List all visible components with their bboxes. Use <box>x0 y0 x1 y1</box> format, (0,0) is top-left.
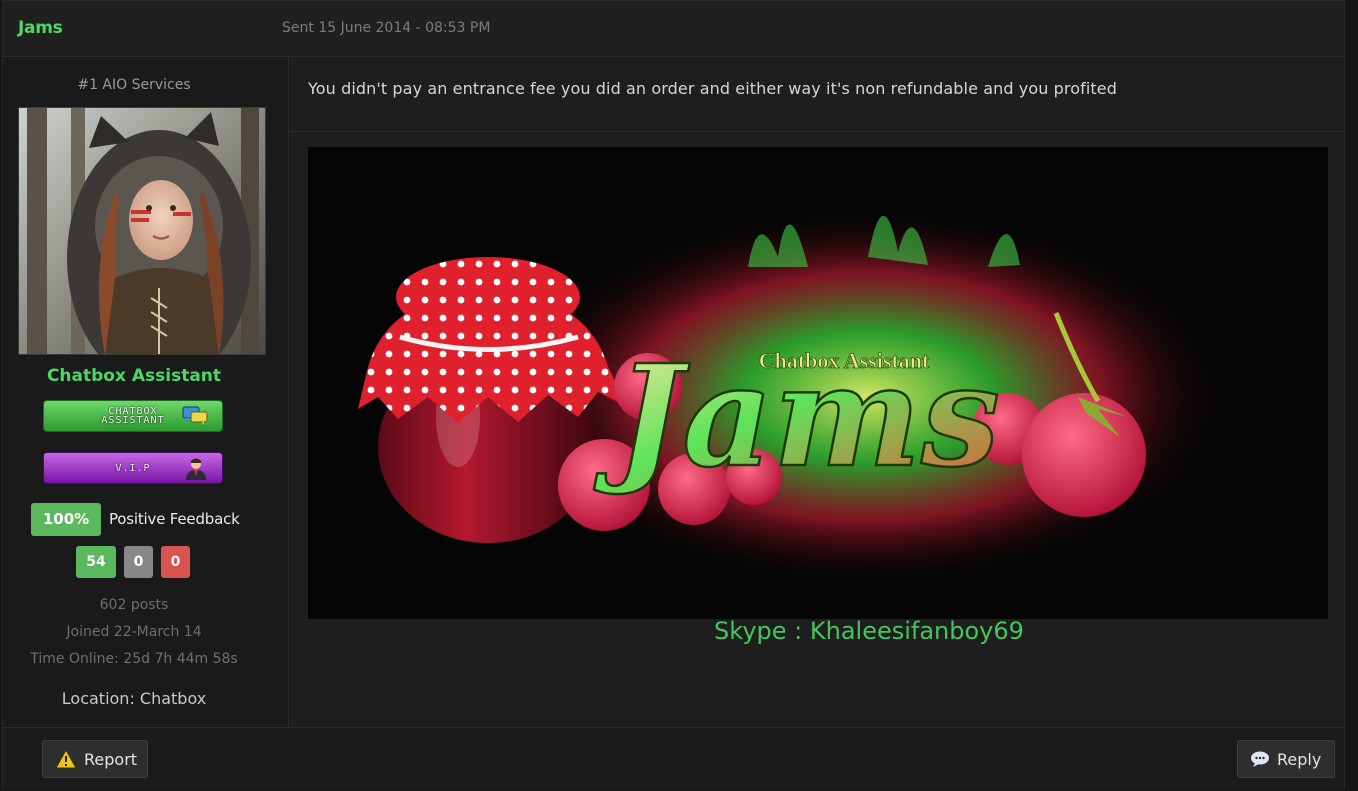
signature-banner: Chatbox Assistant Jams <box>308 147 1328 619</box>
post-message: You didn't pay an entrance fee you did a… <box>308 79 1118 98</box>
feedback-percent-badge[interactable]: 100% <box>31 503 101 536</box>
chat-bubbles-icon <box>182 406 208 430</box>
post-content: You didn't pay an entrance fee you did a… <box>290 57 1344 727</box>
content-divider <box>290 131 1344 132</box>
author-sidebar: #1 AIO Services Chatbox Assistant CHATBO… <box>3 57 289 727</box>
reply-label: Reply <box>1277 749 1322 769</box>
feedback-positive-count[interactable]: 54 <box>76 546 116 578</box>
badge-text: CHATBOX ASSISTANT <box>101 406 165 426</box>
skype-contact: Skype : Khaleesifanboy69 <box>714 617 1024 645</box>
report-button[interactable]: Report <box>42 740 148 778</box>
banner-title: Jams <box>593 335 1000 499</box>
vip-person-icon <box>184 458 208 484</box>
post-footer: Report Reply <box>3 727 1344 789</box>
time-online: Time Online: 25d 7h 44m 58s <box>30 651 238 667</box>
post-frame: Jams Sent 15 June 2014 - 08:53 PM #1 AIO… <box>2 0 1345 789</box>
feedback-neutral-count[interactable]: 0 <box>124 546 153 578</box>
post-date: Sent 15 June 2014 - 08:53 PM <box>282 20 491 36</box>
feedback-label: Positive Feedback <box>109 510 240 528</box>
user-title: #1 AIO Services <box>77 77 191 93</box>
joined-date: Joined 22-March 14 <box>66 624 202 640</box>
speech-bubble-icon <box>1250 750 1270 768</box>
avatar[interactable] <box>18 107 266 355</box>
feedback-negative-count[interactable]: 0 <box>161 546 190 578</box>
forum-post: Jams Sent 15 June 2014 - 08:53 PM #1 AIO… <box>0 0 1358 791</box>
chatbox-assistant-badge: CHATBOX ASSISTANT <box>43 400 223 432</box>
vip-badge: V.I.P <box>43 452 223 484</box>
reply-button[interactable]: Reply <box>1237 740 1335 778</box>
post-header: Jams Sent 15 June 2014 - 08:53 PM <box>3 1 1344 57</box>
location: Location: Chatbox <box>61 689 207 708</box>
author-name-link[interactable]: Jams <box>18 18 63 38</box>
post-count: 602 posts <box>99 597 169 613</box>
report-label: Report <box>84 749 138 769</box>
group-name: Chatbox Assistant <box>46 366 222 386</box>
warning-icon <box>55 749 77 769</box>
badge-text: V.I.P <box>115 462 151 474</box>
